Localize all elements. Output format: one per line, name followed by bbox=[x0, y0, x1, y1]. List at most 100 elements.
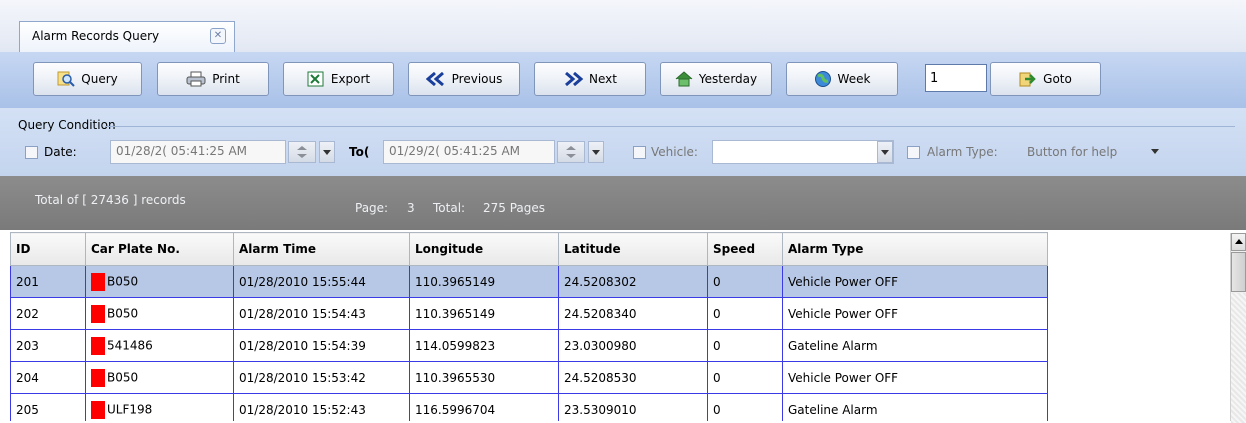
date-to-dropdown[interactable] bbox=[588, 141, 604, 163]
scroll-thumb[interactable] bbox=[1231, 252, 1246, 292]
cell-longitude: 110.3965530 bbox=[409, 361, 559, 394]
total-label: Total: bbox=[433, 201, 466, 215]
previous-button-label: Previous bbox=[451, 72, 503, 86]
magnifier-icon bbox=[57, 71, 75, 87]
vertical-scrollbar[interactable] bbox=[1230, 233, 1246, 423]
goto-arrow-icon bbox=[1019, 72, 1036, 87]
toolbar: Query Print Export Previous Next Yesterd… bbox=[0, 52, 1246, 108]
column-header[interactable]: Latitude bbox=[558, 232, 708, 266]
export-button-label: Export bbox=[330, 72, 371, 86]
column-header[interactable]: Car Plate No. bbox=[85, 232, 234, 266]
cell-alarm-type: Gateline Alarm bbox=[782, 329, 1048, 362]
date-to-field[interactable]: 01/29/2( 05:41:25 AM bbox=[383, 140, 555, 164]
date-from-dropdown[interactable] bbox=[319, 141, 335, 163]
tab-close-icon[interactable]: ✕ bbox=[210, 28, 226, 44]
cell-time: 01/28/2010 15:54:39 bbox=[233, 329, 410, 362]
date-to-spinner[interactable] bbox=[557, 141, 585, 163]
cell-id: 201 bbox=[10, 265, 86, 298]
alarm-type-checkbox[interactable] bbox=[907, 146, 920, 159]
table-row[interactable]: 205 ULF198 01/28/2010 15:52:43 116.59967… bbox=[10, 393, 1048, 421]
scroll-up-arrow-icon[interactable] bbox=[1231, 233, 1246, 251]
column-header[interactable]: Alarm Type bbox=[782, 232, 1048, 266]
cell-speed: 0 bbox=[707, 393, 783, 421]
vehicle-select[interactable] bbox=[712, 140, 894, 164]
scroll-track[interactable] bbox=[1231, 293, 1246, 423]
column-header[interactable]: Longitude bbox=[409, 232, 559, 266]
tab-strip: Alarm Records Query ✕ bbox=[0, 0, 1246, 52]
total-pages: 275 Pages bbox=[483, 201, 546, 215]
query-condition-panel: Query Condition Date: 01/28/2( 05:41:25 … bbox=[0, 108, 1246, 176]
cell-speed: 0 bbox=[707, 361, 783, 394]
query-button[interactable]: Query bbox=[33, 62, 142, 96]
plate-text: B050 bbox=[107, 274, 139, 288]
yesterday-button-label: Yesterday bbox=[698, 72, 758, 86]
week-button-label: Week bbox=[837, 72, 871, 86]
table-header-row: ID Car Plate No. Alarm Time Longitude La… bbox=[10, 232, 1048, 266]
column-header[interactable]: Speed bbox=[707, 232, 783, 266]
group-divider bbox=[105, 126, 1235, 127]
table-row[interactable]: 203 541486 01/28/2010 15:54:39 114.05998… bbox=[10, 329, 1048, 362]
cell-plate: B050 bbox=[85, 361, 234, 394]
plate-text: 541486 bbox=[107, 338, 153, 352]
cell-longitude: 110.3965149 bbox=[409, 297, 559, 330]
cell-latitude: 24.5208340 bbox=[558, 297, 708, 330]
page-label: Page: bbox=[355, 201, 389, 215]
previous-button[interactable]: Previous bbox=[408, 62, 520, 96]
query-condition-title: Query Condition bbox=[18, 118, 116, 132]
cell-latitude: 24.5208530 bbox=[558, 361, 708, 394]
cell-longitude: 116.5996704 bbox=[409, 393, 559, 421]
column-header[interactable]: ID bbox=[10, 232, 86, 266]
total-records-text: Total of [ 27436 ] records bbox=[35, 193, 186, 207]
table-row[interactable]: 202 B050 01/28/2010 15:54:43 110.3965149… bbox=[10, 297, 1048, 330]
cell-plate: 541486 bbox=[85, 329, 234, 362]
cell-speed: 0 bbox=[707, 265, 783, 298]
plate-text: ULF198 bbox=[107, 402, 153, 416]
redaction-mark bbox=[91, 336, 105, 355]
cell-latitude: 23.5309010 bbox=[558, 393, 708, 421]
cell-plate: B050 bbox=[85, 297, 234, 330]
current-page: 3 bbox=[407, 201, 415, 215]
cell-id: 202 bbox=[10, 297, 86, 330]
next-button[interactable]: Next bbox=[534, 62, 646, 96]
cell-speed: 0 bbox=[707, 297, 783, 330]
vehicle-checkbox[interactable] bbox=[633, 146, 646, 159]
house-icon bbox=[675, 71, 693, 87]
alarm-type-select[interactable]: Button for help bbox=[1027, 145, 1117, 159]
tab-alarm-records-query[interactable]: Alarm Records Query ✕ bbox=[19, 21, 235, 52]
cell-time: 01/28/2010 15:55:44 bbox=[233, 265, 410, 298]
date-checkbox[interactable] bbox=[25, 146, 38, 159]
records-summary-bar: Total of [ 27436 ] records Page: 3 Total… bbox=[0, 176, 1246, 230]
cell-alarm-type: Vehicle Power OFF bbox=[782, 297, 1048, 330]
cell-speed: 0 bbox=[707, 329, 783, 362]
week-button[interactable]: Week bbox=[786, 62, 898, 96]
print-button[interactable]: Print bbox=[157, 62, 269, 96]
to-label: To( bbox=[349, 145, 370, 159]
plate-text: B050 bbox=[107, 370, 139, 384]
goto-button[interactable]: Goto bbox=[990, 62, 1101, 96]
cell-latitude: 23.0300980 bbox=[558, 329, 708, 362]
plate-text: B050 bbox=[107, 306, 139, 320]
table-row[interactable]: 201 B050 01/28/2010 15:55:44 110.3965149… bbox=[10, 265, 1048, 298]
cell-time: 01/28/2010 15:52:43 bbox=[233, 393, 410, 421]
double-left-arrow-icon bbox=[425, 72, 444, 86]
cell-alarm-type: Vehicle Power OFF bbox=[782, 265, 1048, 298]
cell-longitude: 110.3965149 bbox=[409, 265, 559, 298]
cell-plate: ULF198 bbox=[85, 393, 234, 421]
table-row[interactable]: 204 B050 01/28/2010 15:53:42 110.3965530… bbox=[10, 361, 1048, 394]
column-header[interactable]: Alarm Time bbox=[233, 232, 410, 266]
alarm-type-dropdown-arrow[interactable] bbox=[1148, 141, 1164, 163]
vehicle-label: Vehicle: bbox=[651, 145, 698, 159]
print-button-label: Print bbox=[212, 72, 240, 86]
export-button[interactable]: Export bbox=[283, 62, 394, 96]
vehicle-dropdown-arrow[interactable] bbox=[877, 141, 893, 163]
cell-id: 204 bbox=[10, 361, 86, 394]
redaction-mark bbox=[91, 304, 105, 323]
goto-button-label: Goto bbox=[1043, 72, 1072, 86]
printer-icon bbox=[186, 71, 206, 87]
cell-alarm-type: Gateline Alarm bbox=[782, 393, 1048, 421]
date-label: Date: bbox=[44, 145, 77, 159]
yesterday-button[interactable]: Yesterday bbox=[660, 62, 772, 96]
page-number-input[interactable] bbox=[925, 64, 987, 92]
date-from-spinner[interactable] bbox=[288, 141, 316, 163]
date-from-field[interactable]: 01/28/2( 05:41:25 AM bbox=[110, 140, 286, 164]
